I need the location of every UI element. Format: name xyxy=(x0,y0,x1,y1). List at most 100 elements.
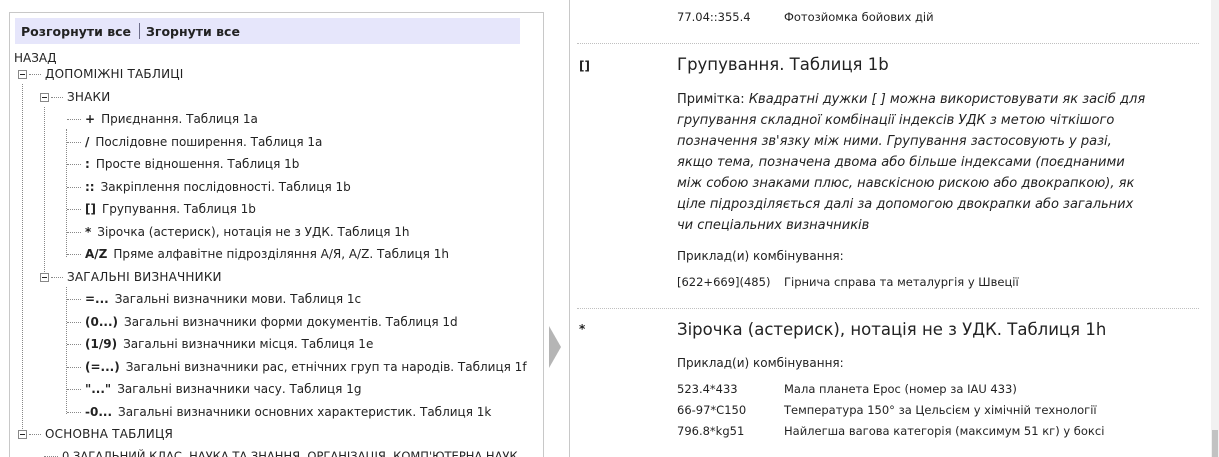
tree-toolbar: Розгорнути все Згорнути все xyxy=(15,18,520,44)
tree-connector xyxy=(67,366,81,368)
entry-symbol: [] xyxy=(579,59,590,73)
tree-connector xyxy=(67,163,81,165)
tree-connector xyxy=(67,186,81,188)
entry-note: Примітка: Квадратні дужки [ ] можна вико… xyxy=(677,89,1147,236)
tree-item-common[interactable]: =... Загальні визначники мови. Таблиця 1… xyxy=(67,289,361,309)
example-description: Гірнича справа та металургія у Швеції xyxy=(784,275,1019,289)
example-row: 66-97*C150 Температура 150° за Цельсієм … xyxy=(677,403,1097,417)
sign-symbol: / xyxy=(85,135,90,149)
example-description: Фотозйомка бойових дій xyxy=(784,10,934,24)
tree-item-sign[interactable]: / Послідовне поширення. Таблиця 1a xyxy=(67,132,322,152)
tree-item-label: Групування. Таблиця 1b xyxy=(101,202,256,216)
expand-all-button[interactable]: Розгорнути все xyxy=(15,24,139,39)
example-code: 66-97*C150 xyxy=(677,403,747,417)
tree-item-label: Закріплення послідовності. Таблиця 1b xyxy=(100,180,351,194)
tree-connector xyxy=(51,96,63,98)
tree-item-label: 0 ЗАГАЛЬНИЙ КЛАС. НАУКА ТА ЗНАННЯ. ОРГАН… xyxy=(62,449,518,457)
note-label: Примітка: xyxy=(677,92,745,107)
entry-symbol: * xyxy=(579,322,586,336)
collapse-toggle-icon[interactable] xyxy=(18,69,27,79)
tree-connector xyxy=(51,276,63,278)
tree-item-sign[interactable]: :: Закріплення послідовності. Таблиця 1b xyxy=(67,177,351,197)
example-description: Мала планета Ерос (номер за IAU 433) xyxy=(784,382,1017,396)
common-symbol: =... xyxy=(85,292,109,306)
tree-line xyxy=(44,107,45,282)
tree-connector xyxy=(67,141,81,143)
tree-connector xyxy=(67,343,81,345)
common-symbol: (=...) xyxy=(85,360,120,374)
tree-panel: Розгорнути все Згорнути все НАЗАД ДОПОМІ… xyxy=(9,12,544,457)
detail-scrollbar[interactable] xyxy=(1211,0,1219,457)
tree-item-label: Пряме алфавітне підрозділяння А/Я, A/Z. … xyxy=(113,247,449,261)
example-code: [622+669](485) xyxy=(677,275,771,289)
tree-connector xyxy=(67,231,81,233)
tree-item-label: Загальні визначники рас, етнічних груп т… xyxy=(125,360,527,374)
tree-node-label: ДОПОМІЖНІ ТАБЛИЦІ xyxy=(45,67,184,81)
panel-splitter-arrow-icon[interactable] xyxy=(549,326,561,368)
example-code: 77.04::355.4 xyxy=(677,10,751,24)
sign-symbol: * xyxy=(85,225,92,239)
tree-item-common[interactable]: "..." Загальні визначники часу. Таблиця … xyxy=(67,379,361,399)
common-symbol: (1/9) xyxy=(85,337,118,351)
sign-symbol: [] xyxy=(85,202,96,216)
collapse-toggle-icon[interactable] xyxy=(40,92,49,102)
tree-item-label: Загальні визначники часу. Таблиця 1g xyxy=(117,382,362,396)
tree-connector xyxy=(67,411,81,413)
tree-item-label: Загальні визначники форми документів. Та… xyxy=(124,315,458,329)
example-row: 796.8*kg51 Найлегша вагова категорія (ма… xyxy=(677,424,1104,438)
tree-item-label: Загальні визначники мови. Таблиця 1c xyxy=(114,292,362,306)
back-link[interactable]: НАЗАД xyxy=(14,51,57,65)
note-text: Квадратні дужки [ ] можна використовуват… xyxy=(677,92,1146,233)
tree-item-sign[interactable]: : Просте відношення. Таблиця 1b xyxy=(67,154,299,174)
tree-connector xyxy=(44,455,58,457)
entry-title: Зірочка (астериск), нотація не з УДК. Та… xyxy=(677,320,1107,339)
collapse-toggle-icon[interactable] xyxy=(40,272,49,282)
example-row: [622+669](485) Гірнича справа та металур… xyxy=(677,275,1019,289)
collapse-all-button[interactable]: Згорнути все xyxy=(140,24,248,39)
tree-item-label: Зірочка (астериск), нотація не з УДК. Та… xyxy=(97,225,410,239)
tree-node-label: ЗАГАЛЬНІ ВИЗНАЧНИКИ xyxy=(67,270,222,284)
tree-node-main-table[interactable]: ОСНОВНА ТАБЛИЦЯ xyxy=(18,424,173,444)
tree-item-sign[interactable]: * Зірочка (астериск), нотація не з УДК. … xyxy=(67,222,410,242)
tree-connector xyxy=(67,208,81,210)
tree-item-sign[interactable]: [] Групування. Таблиця 1b xyxy=(67,199,256,219)
tree-item-common[interactable]: (0...) Загальні визначники форми докумен… xyxy=(67,312,458,332)
tree-item-common[interactable]: (1/9) Загальні визначники місця. Таблиця… xyxy=(67,334,373,354)
common-symbol: -0... xyxy=(85,405,113,419)
tree-connector xyxy=(67,321,81,323)
collapse-toggle-icon[interactable] xyxy=(18,429,27,439)
entry-separator xyxy=(577,43,1199,44)
tree-item-sign[interactable]: + Приєднання. Таблиця 1a xyxy=(67,109,258,129)
example-description: Температура 150° за Цельсієм у хімічній … xyxy=(784,403,1097,417)
tree-connector xyxy=(29,433,41,435)
tree-node-signs[interactable]: ЗНАКИ xyxy=(40,87,110,107)
tree-connector xyxy=(29,73,41,75)
entry-separator xyxy=(577,308,1199,309)
example-code: 523.4*433 xyxy=(677,382,738,396)
tree-item-label: Просте відношення. Таблиця 1b xyxy=(95,157,300,171)
sign-symbol: A/Z xyxy=(85,247,108,261)
entry-title: Групування. Таблиця 1b xyxy=(677,55,889,74)
tree-node-label: ЗНАКИ xyxy=(67,90,111,104)
sign-symbol: + xyxy=(85,112,96,126)
tree-item-common[interactable]: (=...) Загальні визначники рас, етнічних… xyxy=(67,357,527,377)
examples-label: Приклад(и) комбінування: xyxy=(677,249,844,263)
tree-item-common[interactable]: -0... Загальні визначники основних харак… xyxy=(67,402,491,422)
tree-node-common-auxiliaries[interactable]: ЗАГАЛЬНІ ВИЗНАЧНИКИ xyxy=(40,267,222,287)
tree-connector xyxy=(67,118,81,120)
examples-label: Приклад(и) комбінування: xyxy=(677,356,844,370)
example-row: 523.4*433 Мала планета Ерос (номер за IA… xyxy=(677,382,1017,396)
example-description: Найлегша вагова категорія (максимум 51 к… xyxy=(784,424,1105,438)
tree-item-main-class[interactable]: 0 ЗАГАЛЬНИЙ КЛАС. НАУКА ТА ЗНАННЯ. ОРГАН… xyxy=(44,446,518,457)
example-row: 77.04::355.4 Фотозйомка бойових дій xyxy=(677,10,934,24)
example-code: 796.8*kg51 xyxy=(677,424,745,438)
common-symbol: "..." xyxy=(85,382,112,396)
sign-symbol: : xyxy=(85,157,90,171)
detail-panel: 77.04::355.4 Фотозйомка бойових дій [] Г… xyxy=(569,0,1219,457)
tree-item-sign[interactable]: A/Z Пряме алфавітне підрозділяння А/Я, A… xyxy=(67,244,449,264)
tree-node-label: ОСНОВНА ТАБЛИЦЯ xyxy=(45,427,173,441)
tree-node-aux-tables[interactable]: ДОПОМІЖНІ ТАБЛИЦІ xyxy=(18,64,184,84)
tree-connector xyxy=(67,298,81,300)
scrollbar-thumb[interactable] xyxy=(1212,430,1218,457)
sign-symbol: :: xyxy=(85,180,95,194)
